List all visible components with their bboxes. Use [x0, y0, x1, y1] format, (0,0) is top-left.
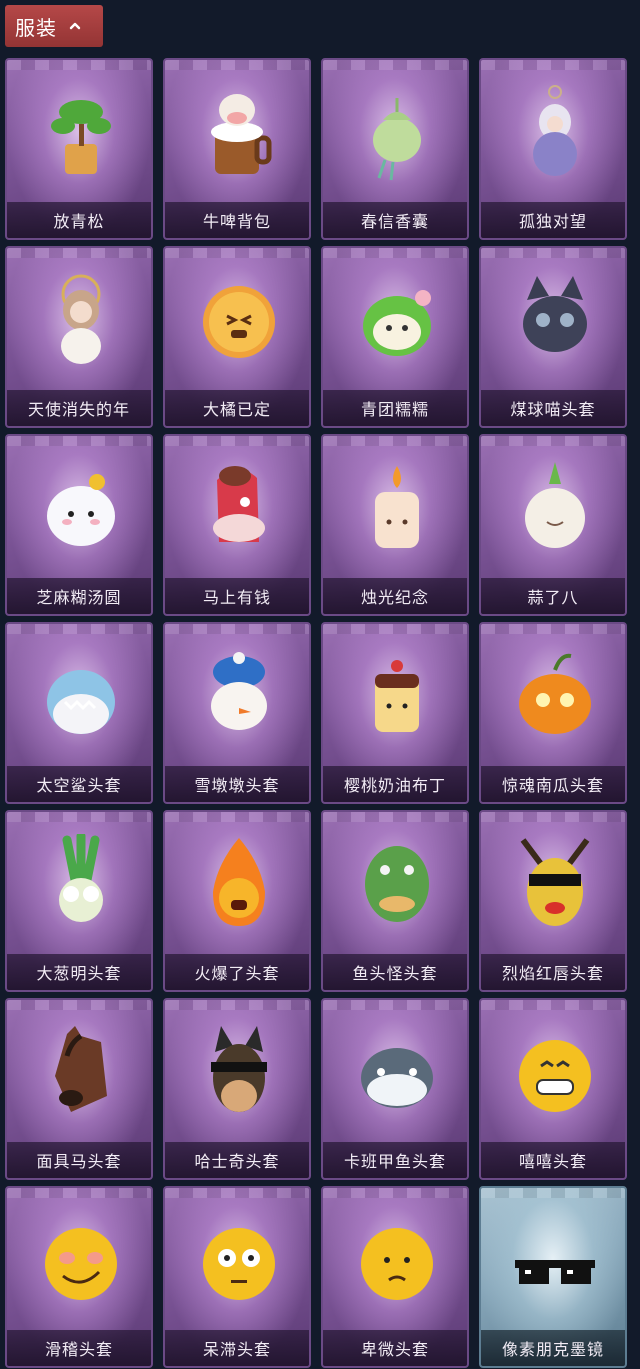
costume-card-label: 呆滞头套	[165, 1330, 309, 1366]
costume-card[interactable]: 烈焰红唇头套	[479, 810, 627, 992]
costume-card-label: 马上有钱	[165, 578, 309, 614]
costume-card[interactable]: 煤球喵头套	[479, 246, 627, 428]
costume-tab-label: 服装	[15, 15, 57, 40]
costume-card[interactable]: 鱼头怪头套	[321, 810, 469, 992]
doll-keychain-icon	[533, 85, 577, 176]
tangyuan-icon	[47, 474, 115, 546]
husky-sunglasses-icon	[211, 1026, 267, 1112]
pudding-icon	[375, 660, 419, 732]
costume-card-label: 天使消失的年	[7, 390, 151, 426]
costume-card[interactable]: 呆滞头套	[163, 1186, 311, 1368]
costume-card[interactable]: 滑稽头套	[5, 1186, 153, 1368]
costume-card-label: 鱼头怪头套	[323, 954, 467, 990]
red-horse-head-icon	[213, 466, 265, 542]
costume-card[interactable]: 芝麻糊汤圆	[5, 434, 153, 616]
yellow-mask-sunglasses-icon	[520, 838, 590, 926]
costume-card-label: 卑微头套	[323, 1330, 467, 1366]
shark-head-icon	[47, 670, 115, 734]
costume-card[interactable]: 太空鲨头套	[5, 622, 153, 804]
costume-card-label: 太空鲨头套	[7, 766, 151, 802]
costume-card-label: 煤球喵头套	[481, 390, 625, 426]
pixel-sunglasses-icon	[515, 1260, 595, 1284]
costume-card[interactable]: 牛啤背包	[163, 58, 311, 240]
garlic-icon	[525, 462, 585, 548]
costume-card-label: 樱桃奶油布丁	[323, 766, 467, 802]
grin-emoji-icon	[519, 1040, 591, 1112]
costume-card[interactable]: 火爆了头套	[163, 810, 311, 992]
costume-card-label: 蒜了八	[481, 578, 625, 614]
costume-card[interactable]: 哈士奇头套	[163, 998, 311, 1180]
snowman-head-icon	[211, 652, 267, 730]
costume-card[interactable]: 樱桃奶油布丁	[321, 622, 469, 804]
costume-card-label: 滑稽头套	[7, 1330, 151, 1366]
sachet-icon	[373, 98, 421, 181]
bonsai-tree-icon	[51, 100, 111, 174]
costume-card[interactable]: 惊魂南瓜头套	[479, 622, 627, 804]
costume-card[interactable]: 天使消失的年	[5, 246, 153, 428]
costume-card[interactable]: 蒜了八	[479, 434, 627, 616]
pumpkin-icon	[519, 653, 591, 734]
costume-card[interactable]: 卡班甲鱼头套	[321, 998, 469, 1180]
costume-card-label: 哈士奇头套	[165, 1142, 309, 1178]
costume-card-label: 像素朋克墨镜	[481, 1330, 625, 1366]
costume-card-label: 烈焰红唇头套	[481, 954, 625, 990]
costume-card-label: 春信香囊	[323, 202, 467, 238]
costume-card-label: 雪墩墩头套	[165, 766, 309, 802]
costume-card-label: 孤独对望	[481, 202, 625, 238]
costume-card-label: 嘻嘻头套	[481, 1142, 625, 1178]
fire-head-icon	[213, 838, 265, 926]
costume-card-label: 惊魂南瓜头套	[481, 766, 625, 802]
costume-card-label: 大橘已定	[165, 390, 309, 426]
costume-card[interactable]: 嘻嘻头套	[479, 998, 627, 1180]
costume-card[interactable]: 雪墩墩头套	[163, 622, 311, 804]
costume-tab[interactable]: 服装	[5, 5, 103, 47]
costume-card-label: 面具马头套	[7, 1142, 151, 1178]
costume-card[interactable]: 烛光纪念	[321, 434, 469, 616]
candle-icon	[375, 466, 419, 548]
costume-card-label: 大葱明头套	[7, 954, 151, 990]
costume-card-label: 牛啤背包	[165, 202, 309, 238]
costume-grid: 放青松 牛啤背包 春信香囊 孤独对望天使消失的年 大橘已定 青团糯糯 煤球喵头套芝麻糊汤圆马…	[5, 58, 627, 1368]
costume-card[interactable]: 孤独对望	[479, 58, 627, 240]
costume-card-label: 烛光纪念	[323, 578, 467, 614]
horse-mask-icon	[55, 1026, 107, 1112]
smirk-emoji-icon	[45, 1228, 117, 1300]
costume-card-label: 火爆了头套	[165, 954, 309, 990]
stare-emoji-icon	[203, 1228, 275, 1300]
green-rice-ball-icon	[363, 290, 431, 356]
angel-doll-icon	[61, 274, 101, 364]
costume-card-label: 放青松	[7, 202, 151, 238]
costume-card-label: 芝麻糊汤圆	[7, 578, 151, 614]
costume-card[interactable]: 大橘已定	[163, 246, 311, 428]
orange-slice-icon	[203, 286, 275, 358]
humble-emoji-icon	[361, 1228, 433, 1300]
chevron-up-icon	[69, 22, 81, 30]
costume-card-label: 青团糯糯	[323, 390, 467, 426]
costume-card[interactable]: 面具马头套	[5, 998, 153, 1180]
scallion-head-icon	[59, 834, 103, 922]
costume-card[interactable]: 马上有钱	[163, 434, 311, 616]
costume-card-label: 卡班甲鱼头套	[323, 1142, 467, 1178]
cow-beer-mug-icon	[211, 94, 272, 174]
fish-head-icon	[361, 1048, 433, 1108]
costume-card[interactable]: 放青松	[5, 58, 153, 240]
black-cat-head-icon	[523, 276, 587, 352]
costume-card[interactable]: 大葱明头套	[5, 810, 153, 992]
costume-card[interactable]: 春信香囊	[321, 58, 469, 240]
costume-card[interactable]: 青团糯糯	[321, 246, 469, 428]
fish-mask-icon	[365, 846, 429, 922]
costume-card[interactable]: 像素朋克墨镜	[479, 1186, 627, 1368]
costume-card[interactable]: 卑微头套	[321, 1186, 469, 1368]
